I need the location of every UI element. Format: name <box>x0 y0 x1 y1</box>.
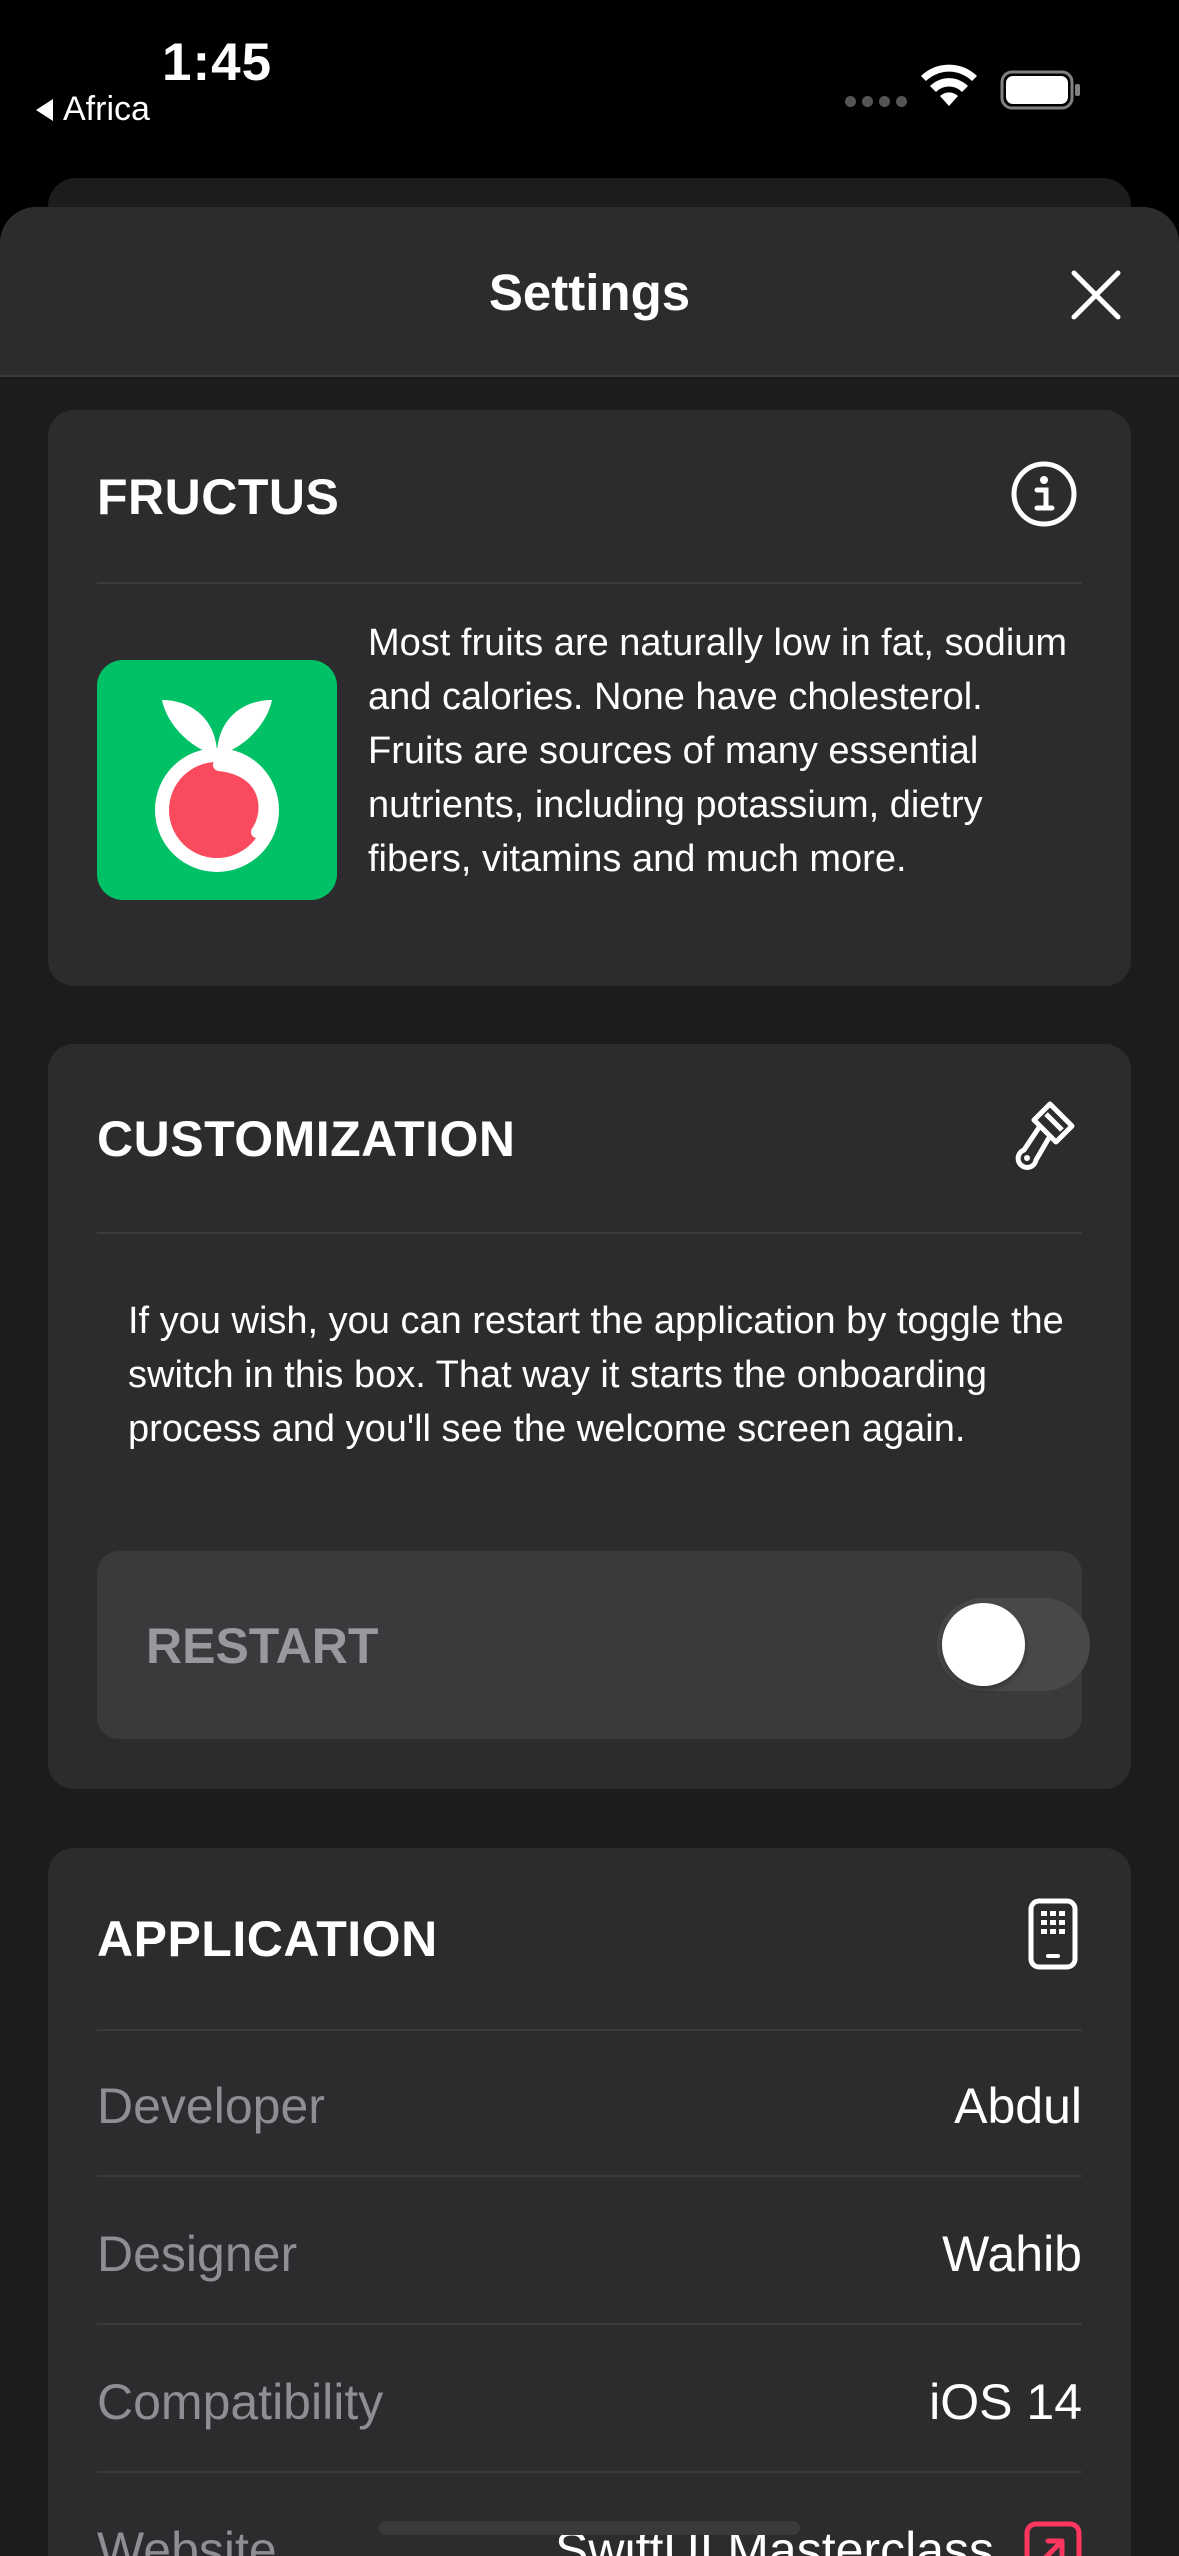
restart-toggle[interactable] <box>937 1598 1090 1691</box>
info-icon <box>1011 461 1077 527</box>
paintbrush-icon <box>1015 1101 1075 1170</box>
customization-card: CUSTOMIZATION If you wish, you can resta… <box>48 1044 1131 1789</box>
row-label: Compatibility <box>97 2374 384 2430</box>
back-arrow-icon <box>36 98 53 121</box>
customization-card-header: CUSTOMIZATION <box>97 1044 1082 1234</box>
fructus-description: Most fruits are naturally low in fat, so… <box>368 622 1068 880</box>
row-value: Abdul <box>954 2078 1082 2134</box>
row-value: iOS 14 <box>929 2374 1082 2430</box>
application-title: APPLICATION <box>97 1911 438 1967</box>
customization-description: If you wish, you can restart the applica… <box>128 1300 1064 1450</box>
fructus-card: FRUCTUS Most fruits are naturally low in… <box>48 410 1131 986</box>
fructus-title: FRUCTUS <box>97 469 340 525</box>
restart-label: RESTART <box>146 1618 379 1674</box>
home-indicator[interactable] <box>379 2521 800 2535</box>
back-app-label: Africa <box>63 90 150 128</box>
info-row-developer: Developer Abdul <box>97 2029 1082 2177</box>
status-bar: 1:45 Africa <box>0 0 1179 175</box>
battery-icon <box>1000 70 1080 110</box>
wifi-icon <box>921 64 977 106</box>
application-card-header: APPLICATION <box>97 1848 1082 2031</box>
fructus-app-icon <box>97 660 337 900</box>
settings-sheet: Settings FRUCTUS Most fruits are natural… <box>0 207 1179 2556</box>
phone-keypad-icon <box>1028 1898 1078 1970</box>
info-row-designer: Designer Wahib <box>97 2177 1082 2325</box>
row-label: Developer <box>97 2078 325 2134</box>
fructus-card-header: FRUCTUS <box>97 410 1082 584</box>
row-label: Website <box>97 2522 277 2556</box>
nav-bar: Settings <box>0 207 1179 377</box>
restart-row: RESTART <box>97 1551 1090 1739</box>
page-title: Settings <box>488 264 691 321</box>
cellular-signal-icon <box>845 96 907 107</box>
info-row-compatibility: Compatibility iOS 14 <box>97 2325 1082 2473</box>
toggle-knob <box>942 1603 1025 1686</box>
info-row-website[interactable]: Website SwiftUI Masterclass <box>97 2473 1082 2556</box>
application-card: APPLICATION Developer Abdul Designer Wah… <box>48 1848 1131 2556</box>
close-icon[interactable] <box>1066 265 1126 325</box>
back-to-app-button[interactable]: Africa <box>36 90 150 129</box>
external-link-icon[interactable] <box>1024 2521 1082 2556</box>
status-time: 1:45 <box>162 33 273 92</box>
row-label: Designer <box>97 2226 298 2282</box>
row-value: Wahib <box>942 2226 1082 2282</box>
customization-title: CUSTOMIZATION <box>97 1111 516 1167</box>
